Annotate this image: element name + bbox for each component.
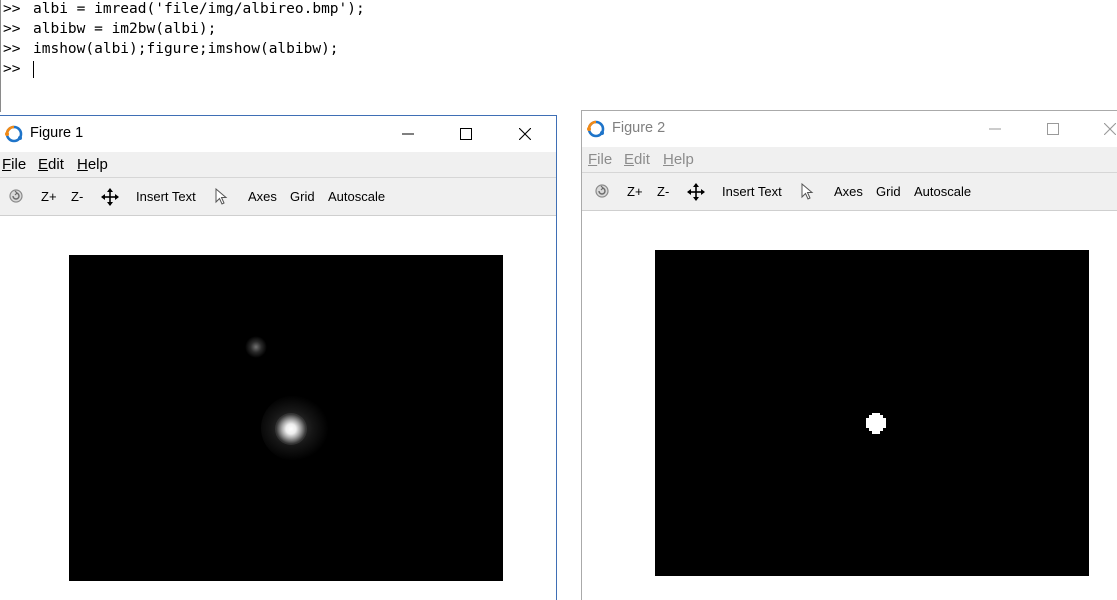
menu-label-rest: dit — [634, 151, 650, 168]
maximize-button[interactable] — [446, 120, 486, 148]
menu-accel: F — [588, 151, 598, 168]
axes-button[interactable]: Axes — [834, 184, 863, 199]
menu-label-rest: dit — [48, 156, 64, 173]
menu-label-rest: ile — [597, 151, 613, 168]
zoom-out-button[interactable]: Z- — [71, 189, 83, 204]
figure-1-window[interactable]: Figure 1 File Edit Help Z+ Z- Insert Tex… — [0, 115, 557, 600]
bright-star — [275, 413, 307, 445]
maximize-button[interactable] — [1033, 115, 1073, 143]
close-icon — [519, 128, 531, 140]
faint-star — [245, 336, 267, 358]
image-axes[interactable] — [655, 250, 1089, 576]
menu-label-rest: ile — [11, 156, 27, 173]
menu-file[interactable]: File — [588, 151, 612, 168]
text-caret — [33, 61, 34, 78]
command-window[interactable]: >> albi = imread('file/img/albireo.bmp');… — [0, 0, 1117, 112]
autoscale-button[interactable]: Autoscale — [328, 189, 385, 204]
console-line-2: >> albibw = im2bw(albi); — [3, 19, 216, 39]
console-line-3: >> imshow(albi);figure;imshow(albibw); — [3, 39, 339, 59]
pan-icon[interactable] — [687, 183, 705, 201]
minimize-button[interactable] — [975, 115, 1015, 143]
menu-help[interactable]: Help — [77, 156, 108, 173]
menu-label-rest: elp — [673, 151, 694, 168]
console-input-line[interactable]: >> — [3, 59, 33, 79]
window-title: Figure 1 — [30, 125, 84, 141]
octave-logo-icon — [5, 125, 23, 143]
insert-text-button[interactable]: Insert Text — [722, 184, 782, 199]
menu-label-rest: elp — [87, 156, 108, 173]
maximize-icon — [1047, 123, 1059, 135]
menu-bar: File Edit Help — [582, 147, 1117, 172]
menu-accel: E — [624, 151, 635, 168]
minimize-icon — [402, 133, 414, 135]
autoscale-button[interactable]: Autoscale — [914, 184, 971, 199]
prompt: >> — [3, 1, 21, 17]
maximize-icon — [460, 128, 472, 140]
menu-accel: H — [77, 156, 88, 173]
title-bar[interactable]: Figure 2 — [582, 111, 1117, 147]
close-icon — [1104, 123, 1116, 135]
rotate-icon[interactable] — [594, 183, 610, 199]
zoom-in-button[interactable]: Z+ — [41, 189, 57, 204]
menu-file[interactable]: File — [2, 156, 26, 173]
menu-edit[interactable]: Edit — [38, 156, 64, 173]
menu-edit[interactable]: Edit — [624, 151, 650, 168]
command-text: albibw = im2bw(albi); — [33, 21, 217, 37]
console-line-1: >> albi = imread('file/img/albireo.bmp'); — [3, 0, 365, 19]
axes-button[interactable]: Axes — [248, 189, 277, 204]
close-button[interactable] — [1090, 115, 1117, 143]
figure-toolbar: Z+ Z- Insert Text Axes Grid Autoscale — [582, 172, 1117, 211]
insert-text-button[interactable]: Insert Text — [136, 189, 196, 204]
menu-accel: H — [663, 151, 674, 168]
minimize-button[interactable] — [388, 120, 428, 148]
menu-bar: File Edit Help — [0, 152, 556, 177]
octave-logo-icon — [587, 120, 605, 138]
binary-star-blob — [866, 413, 886, 434]
figure-toolbar: Z+ Z- Insert Text Axes Grid Autoscale — [0, 177, 556, 216]
prompt: >> — [3, 61, 21, 77]
menu-help[interactable]: Help — [663, 151, 694, 168]
menu-accel: F — [2, 156, 12, 173]
close-button[interactable] — [505, 120, 545, 148]
image-axes[interactable] — [69, 255, 503, 581]
minimize-icon — [989, 128, 1001, 130]
pan-icon[interactable] — [101, 188, 119, 206]
menu-accel: E — [38, 156, 49, 173]
select-pointer-icon[interactable] — [215, 188, 229, 206]
prompt: >> — [3, 21, 21, 37]
command-text: albi = imread('file/img/albireo.bmp'); — [33, 1, 365, 17]
command-text: imshow(albi);figure;imshow(albibw); — [33, 41, 339, 57]
title-bar[interactable]: Figure 1 — [0, 116, 556, 152]
grid-button[interactable]: Grid — [876, 184, 901, 199]
rotate-icon[interactable] — [8, 188, 24, 204]
prompt: >> — [3, 41, 21, 57]
zoom-out-button[interactable]: Z- — [657, 184, 669, 199]
select-pointer-icon[interactable] — [801, 183, 815, 201]
grid-button[interactable]: Grid — [290, 189, 315, 204]
window-title: Figure 2 — [612, 120, 666, 136]
figure-2-window[interactable]: Figure 2 File Edit Help Z+ Z- Insert Tex… — [581, 110, 1117, 600]
zoom-in-button[interactable]: Z+ — [627, 184, 643, 199]
